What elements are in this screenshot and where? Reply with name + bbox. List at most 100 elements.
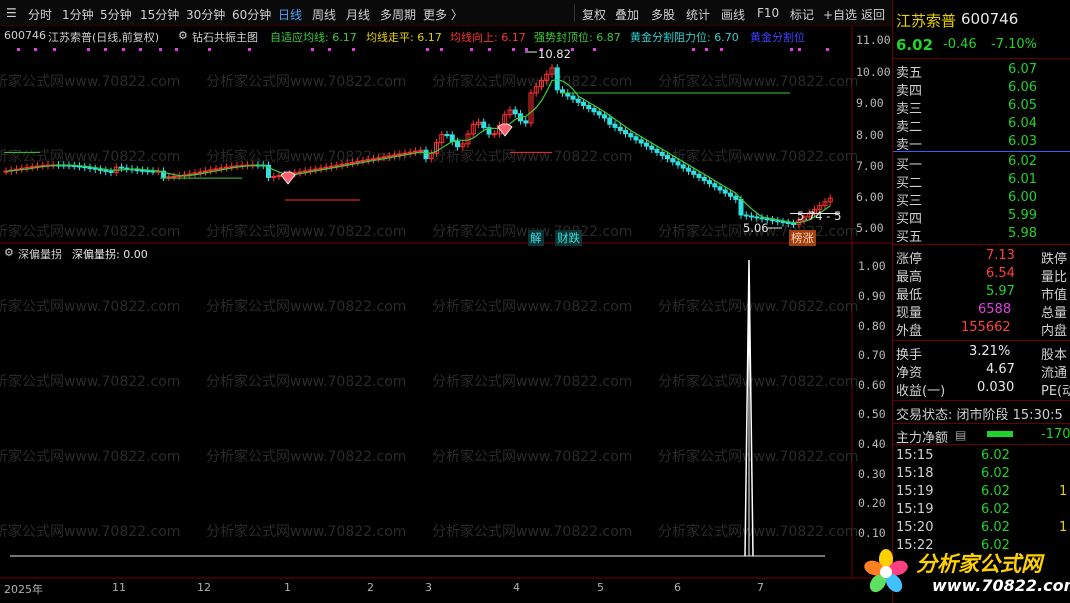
- tab-15min[interactable]: 15分钟: [140, 6, 179, 23]
- watermark-text: 分析家公式网www.70822.com: [206, 298, 406, 315]
- bid-label: 买四: [896, 212, 923, 227]
- fuquan-button[interactable]: 复权: [582, 6, 606, 23]
- tab-fenshi[interactable]: 分时: [28, 6, 52, 23]
- time-tick: 12: [197, 581, 211, 594]
- tick-price: 6.02: [981, 502, 1010, 517]
- back-button[interactable]: 返回: [861, 6, 885, 23]
- tab-60min[interactable]: 60分钟: [232, 6, 271, 23]
- signal-dot: [426, 48, 429, 51]
- candle-body: [339, 163, 345, 166]
- draw-line-button[interactable]: 画线: [721, 6, 745, 23]
- ask-row-5[interactable]: 卖五 6.07: [893, 62, 1070, 81]
- stat-label: 最低: [896, 288, 923, 303]
- bid-row-3[interactable]: 买三 6.00: [893, 190, 1070, 209]
- tab-5min[interactable]: 5分钟: [100, 6, 132, 23]
- candle-body: [103, 169, 109, 172]
- bid-price: 5.99: [1008, 208, 1037, 223]
- candle-body: [192, 172, 198, 175]
- kline-chart-area[interactable]: 分析家公式网www.70822.com 分析家公式网www.70822.com 分析…: [0, 26, 892, 600]
- tab-30min[interactable]: 30分钟: [186, 6, 225, 23]
- divider: [893, 400, 1070, 401]
- stats-button[interactable]: 统计: [686, 6, 710, 23]
- candle-body: [675, 161, 681, 166]
- candle-body: [119, 166, 124, 169]
- candle-body: [728, 192, 733, 197]
- ask-row-2[interactable]: 卖二 6.04: [893, 116, 1070, 135]
- candle-body: [717, 186, 723, 191]
- watermark-text: 分析家公式网www.70822.com: [0, 298, 180, 315]
- tick-time: 15:20: [896, 520, 934, 535]
- candle-body: [644, 142, 649, 147]
- signal-dot: [53, 48, 56, 51]
- ask-row-1[interactable]: 卖一 6.03: [893, 134, 1070, 153]
- stat-label: 净资: [896, 366, 923, 381]
- signal-dot: [593, 48, 596, 51]
- tab-weekly[interactable]: 周线: [312, 6, 336, 23]
- ask-row-4[interactable]: 卖四 6.06: [893, 80, 1070, 99]
- candle-body: [134, 169, 140, 172]
- stat-label: 涨停: [896, 252, 923, 267]
- bid-row-1[interactable]: 买一 6.02: [893, 154, 1070, 173]
- ask-row-3[interactable]: 卖三 6.05: [893, 98, 1070, 117]
- candle-body: [570, 95, 576, 100]
- candle-body: [302, 170, 308, 173]
- watermark-text: 分析家公式网www.70822.com: [658, 373, 858, 390]
- bid-row-5[interactable]: 买五 5.98: [893, 226, 1070, 245]
- bid-price: 6.01: [1008, 172, 1037, 187]
- stat-label: 最高: [896, 270, 923, 285]
- sub-tick: 0.10: [858, 526, 886, 540]
- stat-row-low: 最低 5.97 市值: [893, 284, 1070, 303]
- multi-stock-button[interactable]: 多股: [651, 6, 675, 23]
- kline-svg[interactable]: 分析家公式网www.70822.com 分析家公式网www.70822.com 分析…: [0, 26, 892, 600]
- candle-body: [733, 195, 739, 200]
- bid-row-2[interactable]: 买二 6.01: [893, 172, 1070, 191]
- settings-icon[interactable]: ⚙: [178, 29, 188, 42]
- add-favorite-button[interactable]: +自选: [823, 6, 857, 23]
- signal-dot: [104, 48, 107, 51]
- price-tick: 10.00: [856, 65, 891, 79]
- event-tag-jie[interactable]: 解: [528, 230, 544, 246]
- watermark-text: 分析家公式网www.70822.com: [432, 148, 632, 165]
- indicator-name[interactable]: 钻石共振主图: [192, 29, 258, 45]
- mark-button[interactable]: 标记: [790, 6, 814, 23]
- ask-label: 卖四: [896, 84, 923, 99]
- menu-icon[interactable]: ☰: [6, 6, 17, 20]
- overlay-button[interactable]: 叠加: [615, 6, 639, 23]
- stat-label-2: 市值: [1041, 288, 1068, 303]
- bid-row-4[interactable]: 买四 5.99: [893, 208, 1070, 227]
- sub-indicator-name[interactable]: 深偏量拐: [18, 246, 62, 262]
- candle-body: [297, 171, 303, 174]
- stat-row-volume: 现量 6588 总量: [893, 302, 1070, 321]
- candle-body: [344, 162, 350, 165]
- sub-indicator-icon[interactable]: ⚙: [4, 246, 14, 259]
- candle-body: [318, 167, 324, 170]
- tab-1min[interactable]: 1分钟: [62, 6, 94, 23]
- event-tag-bangzhang[interactable]: 榜涨: [789, 230, 816, 246]
- time-tick: 4: [513, 581, 520, 594]
- line-label-golden-section: 黄金分割位: [750, 31, 805, 44]
- divider: [893, 340, 1070, 341]
- signal-dot: [139, 48, 142, 51]
- candle-body: [612, 123, 618, 128]
- tick-vol: 1: [1059, 484, 1068, 499]
- watermark-text: 分析家公式网www.70822.com: [0, 223, 180, 240]
- tab-multi-period[interactable]: 多周期: [380, 6, 416, 23]
- tab-more[interactable]: 更多 〉: [423, 6, 463, 23]
- stat-label-2: 股本: [1041, 348, 1068, 363]
- tab-monthly[interactable]: 月线: [346, 6, 370, 23]
- event-tag-caidie[interactable]: 财跌: [555, 230, 582, 246]
- f10-button[interactable]: F10: [757, 6, 779, 20]
- candle-body: [654, 148, 660, 153]
- tab-daily[interactable]: 日线: [278, 6, 302, 23]
- sub-tick: 0.30: [858, 467, 886, 481]
- time-tick: 5: [597, 581, 604, 594]
- tick-price: 6.02: [981, 520, 1010, 535]
- signal-dot: [352, 48, 355, 51]
- stat-label-2: 量比: [1041, 270, 1068, 285]
- list-icon[interactable]: ▤: [955, 428, 966, 442]
- ask-label: 卖三: [896, 102, 923, 117]
- watermark-text: 分析家公式网www.70822.com: [658, 73, 858, 90]
- tick-time: 15:18: [896, 466, 934, 481]
- bid-label: 买五: [896, 230, 923, 245]
- signal-dot: [17, 48, 20, 51]
